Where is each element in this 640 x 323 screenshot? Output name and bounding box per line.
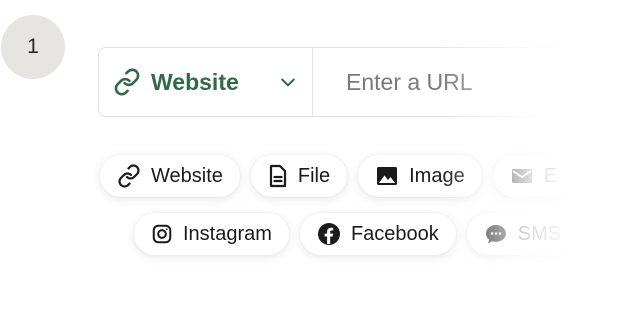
chevron-down-icon (278, 72, 298, 92)
image-icon (375, 164, 399, 188)
source-type-dropdown[interactable]: Website (99, 48, 313, 116)
chip-email[interactable]: E (492, 155, 575, 197)
chip-facebook[interactable]: Facebook (299, 213, 456, 255)
chip-image[interactable]: Image (358, 155, 482, 197)
chip-label: E (543, 164, 558, 187)
file-icon (268, 164, 288, 188)
source-chips-row-1: Website File Image E (100, 155, 575, 197)
url-input[interactable] (313, 48, 640, 116)
facebook-icon (317, 222, 341, 246)
instagram-icon (151, 223, 173, 245)
link-icon (113, 68, 141, 96)
link-icon (117, 164, 141, 188)
chip-website[interactable]: Website (100, 155, 240, 197)
chip-sms[interactable]: SMS (466, 213, 579, 255)
chip-label: Image (409, 164, 465, 187)
chip-file[interactable]: File (250, 155, 348, 197)
chip-label: Instagram (183, 222, 272, 245)
step-number-badge: 1 (1, 15, 65, 79)
chip-label: File (297, 164, 331, 187)
chip-instagram[interactable]: Instagram (134, 213, 289, 255)
mail-icon (510, 164, 534, 188)
chip-label: Facebook (350, 222, 439, 245)
step-number: 1 (27, 35, 39, 58)
chip-label: SMS (517, 222, 562, 245)
source-chips-row-2: Instagram Facebook SMS (134, 213, 579, 255)
source-type-label: Website (151, 68, 239, 95)
chat-icon (484, 222, 508, 246)
chip-label: Website (151, 164, 223, 187)
source-input-bar: Website (98, 47, 640, 117)
